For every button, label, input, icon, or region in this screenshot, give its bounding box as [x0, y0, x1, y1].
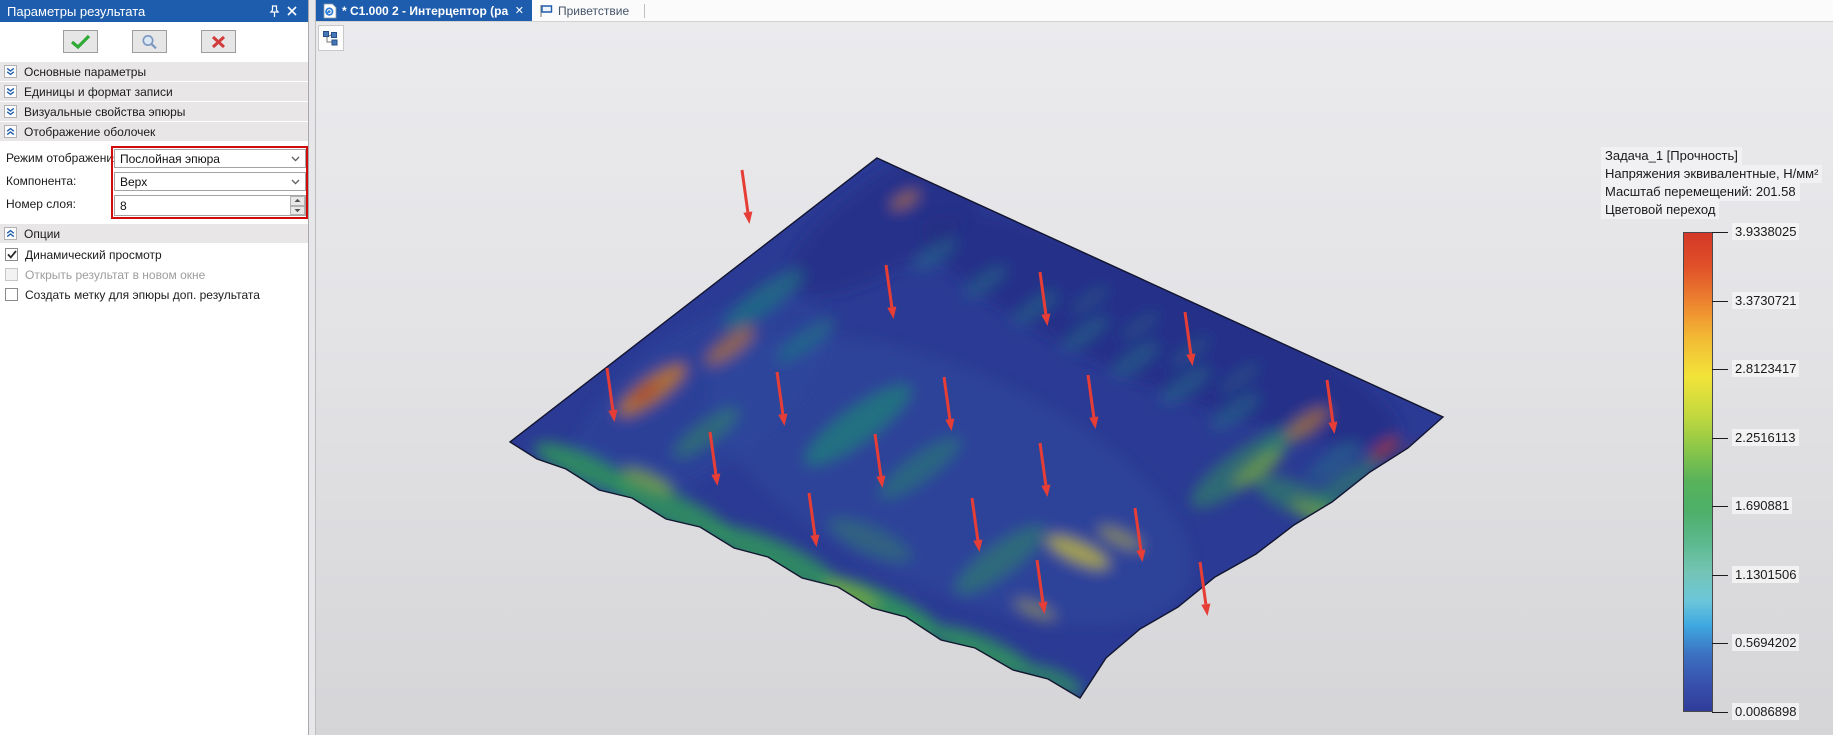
colorbar-tick-label: 0.5694202 — [1732, 634, 1799, 651]
chevron-double-icon — [4, 227, 17, 240]
colorbar-tick-label: 3.3730721 — [1732, 292, 1799, 309]
chevron-double-icon — [4, 65, 17, 78]
preview-button[interactable] — [132, 30, 167, 53]
spinner-buttons — [290, 196, 305, 215]
checkbox-dynamic-preview[interactable]: Динамический просмотр — [5, 247, 162, 262]
component-select[interactable]: Верх — [114, 172, 306, 191]
result-parameters-panel: Параметры результата Основные параметры — [0, 0, 308, 735]
colorbar-gradient — [1683, 232, 1713, 712]
structure-cubes-icon — [322, 29, 340, 47]
chevron-double-icon — [4, 105, 17, 118]
legend-mode-line: Цветовой переход — [1601, 201, 1719, 219]
document-tabbar: * C1.000 2 - Интерцептор (ра... ✕ Привет… — [316, 0, 1833, 22]
legend-task-line: Задача_1 [Прочность] — [1601, 147, 1742, 165]
checkbox-icon — [5, 248, 18, 261]
section-visual-properties[interactable]: Визуальные свойства эпюры — [0, 102, 308, 121]
tab-close-icon[interactable]: ✕ — [514, 4, 525, 17]
colorbar-tick — [1712, 575, 1728, 576]
close-panel-icon[interactable] — [283, 2, 301, 20]
panel-splitter[interactable] — [308, 0, 316, 735]
layer-number-input[interactable]: 8 — [114, 195, 306, 216]
viewport-3d[interactable] — [316, 22, 1833, 735]
panel-title: Параметры результата — [7, 4, 265, 19]
result-legend: Задача_1 [Прочность] Напряжения эквивале… — [1601, 147, 1822, 219]
checkmark-icon — [70, 34, 91, 49]
section-label: Отображение оболочек — [24, 125, 155, 139]
chevron-down-icon — [291, 179, 300, 185]
spinner-down-button[interactable] — [290, 206, 305, 216]
colorbar-tick-label: 2.2516113 — [1732, 429, 1799, 446]
section-label: Визуальные свойства эпюры — [24, 105, 185, 119]
colorbar-tick — [1712, 438, 1728, 439]
panel-titlebar: Параметры результата — [0, 0, 308, 22]
component-label: Компонента: — [6, 172, 76, 191]
document-icon — [323, 3, 337, 19]
tab-label: * C1.000 2 - Интерцептор (ра... — [342, 4, 509, 18]
section-main-parameters[interactable]: Основные параметры — [0, 62, 308, 81]
apply-button[interactable] — [63, 30, 98, 53]
cancel-button[interactable] — [201, 30, 236, 53]
section-shell-display[interactable]: Отображение оболочек — [0, 122, 308, 141]
colorbar-tick-label: 1.1301506 — [1732, 566, 1799, 583]
colorbar-tick — [1712, 232, 1728, 233]
colorbar-tick-label: 3.9338025 — [1732, 223, 1799, 240]
chevron-double-icon — [4, 125, 17, 138]
legend-scale-line: Масштаб перемещений: 201.58 — [1601, 183, 1800, 201]
display-mode-select[interactable]: Послойная эпюра — [114, 149, 306, 168]
display-mode-label: Режим отображения: — [6, 149, 123, 168]
colorbar-tick-label: 0.0086898 — [1732, 703, 1799, 720]
magnifier-icon — [141, 34, 158, 50]
red-cross-icon — [211, 35, 226, 49]
checkbox-open-in-new-window[interactable]: Открыть результат в новом окне — [5, 267, 205, 282]
tab-divider — [644, 4, 645, 18]
tab-label: Приветствие — [558, 4, 629, 18]
panel-toolbar — [0, 22, 308, 60]
pin-icon[interactable] — [265, 2, 283, 20]
colorbar: 3.93380253.37307212.81234172.25161131.69… — [1683, 232, 1833, 712]
tab-welcome[interactable]: Приветствие — [532, 0, 636, 21]
checkbox-icon — [5, 268, 18, 281]
flag-icon — [539, 4, 553, 18]
layer-number-label: Номер слоя: — [6, 195, 76, 214]
section-label: Основные параметры — [24, 65, 146, 79]
legend-result-line: Напряжения эквивалентные, Н/мм² — [1601, 165, 1822, 183]
checkbox-create-label[interactable]: Создать метку для эпюры доп. результата — [5, 287, 260, 302]
tab-document[interactable]: * C1.000 2 - Интерцептор (ра... ✕ — [316, 0, 532, 21]
structure-tree-button[interactable] — [318, 25, 344, 51]
section-label: Единицы и формат записи — [24, 85, 173, 99]
app-root: Параметры результата Основные параметры — [0, 0, 1833, 735]
chevron-down-icon — [291, 156, 300, 162]
result-plot-surface — [316, 22, 1833, 735]
chevron-double-icon — [4, 85, 17, 98]
colorbar-tick — [1712, 301, 1728, 302]
colorbar-tick — [1712, 643, 1728, 644]
section-units-format[interactable]: Единицы и формат записи — [0, 82, 308, 101]
colorbar-tick — [1712, 712, 1728, 713]
spinner-up-button[interactable] — [290, 196, 305, 206]
section-options[interactable]: Опции — [0, 224, 308, 243]
colorbar-tick-label: 2.8123417 — [1732, 360, 1799, 377]
checkbox-icon — [5, 288, 18, 301]
colorbar-tick — [1712, 369, 1728, 370]
colorbar-tick — [1712, 506, 1728, 507]
section-label: Опции — [24, 227, 60, 241]
colorbar-tick-label: 1.690881 — [1732, 497, 1792, 514]
